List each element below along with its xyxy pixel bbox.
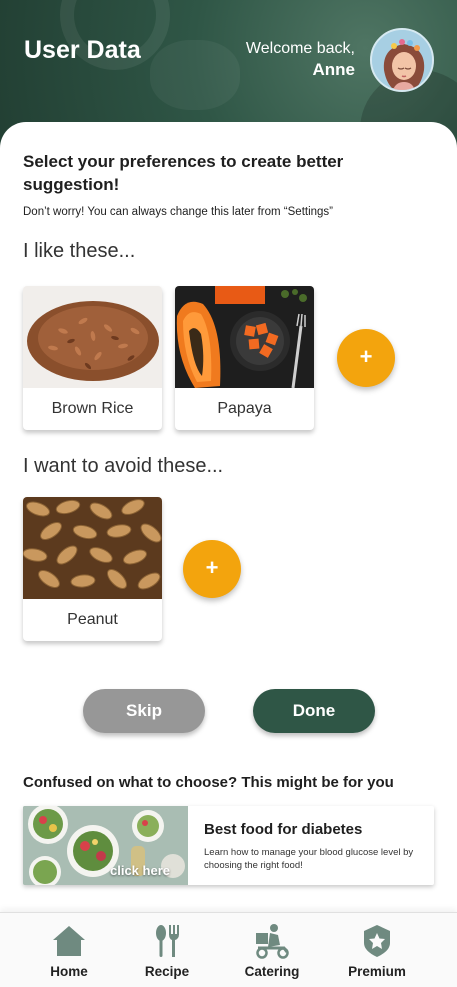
add-avoided-food-button[interactable]: + xyxy=(183,540,241,598)
done-button[interactable]: Done xyxy=(253,689,375,733)
avoid-section-title: I want to avoid these... xyxy=(23,455,224,477)
suggestion-title: Confused on what to choose? This might b… xyxy=(23,774,394,791)
welcome-message: Welcome back, Anne xyxy=(246,40,355,80)
food-name: Brown Rice xyxy=(51,400,134,417)
nav-label: Recipe xyxy=(144,964,190,979)
nav-label: Home xyxy=(50,964,88,979)
premium-badge-icon xyxy=(364,925,390,957)
delivery-scooter-icon xyxy=(256,924,289,959)
food-card-brown-rice[interactable]: Brown Rice xyxy=(23,286,162,430)
preferences-prompt: Select your preferences to create better… xyxy=(23,152,344,194)
user-name: Anne xyxy=(312,60,356,79)
avatar[interactable] xyxy=(370,28,434,92)
welcome-text: Welcome back, xyxy=(245,40,355,57)
home-icon xyxy=(53,926,85,956)
nav-item-catering[interactable]: Catering xyxy=(227,913,317,987)
add-liked-food-button[interactable]: + xyxy=(337,329,395,387)
settings-note: Don’t worry! You can always change this … xyxy=(23,206,334,218)
food-name: Papaya xyxy=(217,400,272,417)
food-card-peanut[interactable]: Peanut xyxy=(23,497,162,641)
like-section-title: I like these... xyxy=(23,240,136,262)
food-name: Peanut xyxy=(67,611,118,628)
nav-label: Catering xyxy=(244,964,300,979)
nav-item-home[interactable]: Home xyxy=(24,913,114,987)
papaya-image xyxy=(175,286,314,388)
nav-item-recipe[interactable]: Recipe xyxy=(122,913,212,987)
diabetes-food-card[interactable]: click here Best food for diabetes Learn … xyxy=(23,806,434,885)
promo-card-title: Best food for diabetes xyxy=(204,821,363,838)
brown-rice-image xyxy=(23,286,162,388)
nav-item-premium[interactable]: Premium xyxy=(332,913,422,987)
peanut-image xyxy=(23,497,162,599)
nav-label: Premium xyxy=(348,964,406,979)
promo-card-description: Learn how to manage your blood glucose l… xyxy=(204,847,414,871)
page-title: User Data xyxy=(24,36,141,64)
food-card-papaya[interactable]: Papaya xyxy=(175,286,314,430)
header-decoration xyxy=(150,40,240,110)
utensils-icon xyxy=(156,925,179,957)
click-here-link[interactable]: click here xyxy=(110,863,170,878)
bottom-navigation: Home Recipe Catering Premium xyxy=(0,912,457,987)
skip-button[interactable]: Skip xyxy=(83,689,205,733)
